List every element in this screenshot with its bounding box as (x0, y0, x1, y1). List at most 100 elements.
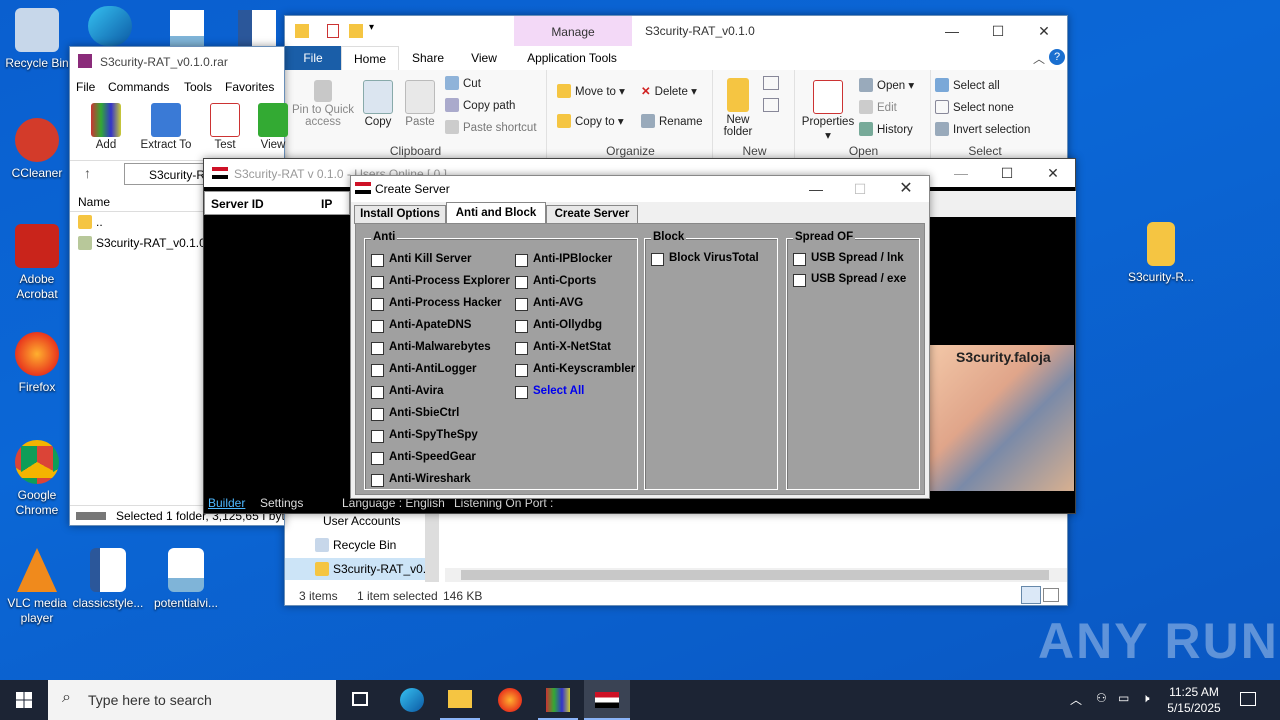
settings-link[interactable]: Settings (260, 496, 303, 510)
invert-selection-button[interactable]: Invert selection (935, 122, 1030, 136)
menu-favorites[interactable]: Favorites (225, 80, 274, 94)
horizontal-scrollbar[interactable] (445, 568, 1067, 582)
maximize-button[interactable]: ☐ (975, 16, 1021, 46)
desktop-icon-acrobat[interactable]: Adobe Acrobat (1, 224, 73, 302)
edit-button[interactable]: Edit (859, 100, 897, 114)
anti-checkbox[interactable] (515, 276, 528, 289)
column-server-id[interactable]: Server ID (211, 197, 264, 211)
anti-checkbox[interactable] (371, 364, 384, 377)
list-item[interactable]: .. (78, 215, 103, 229)
properties-button[interactable]: Properties ▾ (801, 80, 855, 142)
view-button[interactable]: View (258, 103, 288, 151)
taskbar-rat[interactable] (584, 680, 630, 720)
anti-checkbox[interactable] (371, 430, 384, 443)
search-box[interactable]: ⌕ Type here to search (48, 680, 336, 720)
nav-item-recycle-bin[interactable]: Recycle Bin (315, 538, 396, 552)
close-button[interactable]: ✕ (1021, 16, 1067, 46)
anti-checkbox[interactable] (371, 474, 384, 487)
tab-install-options[interactable]: Install Options (354, 205, 446, 224)
nav-item-user-accounts[interactable]: User Accounts (323, 514, 400, 528)
desktop-icon-firefox[interactable]: Firefox (1, 332, 73, 395)
desktop-icon-chrome[interactable]: Google Chrome (1, 440, 73, 518)
paste-shortcut-button[interactable]: Paste shortcut (445, 120, 537, 134)
nav-item-s3curity[interactable]: S3curity-RAT_v0... (285, 558, 425, 580)
anti-checkbox[interactable] (371, 320, 384, 333)
tab-home[interactable]: Home (341, 46, 399, 71)
tab-share[interactable]: Share (405, 51, 451, 65)
add-button[interactable]: Add (88, 103, 124, 151)
chevron-up-icon[interactable]: ︿ (1033, 50, 1045, 67)
open-button[interactable]: Open ▾ (859, 78, 914, 92)
anti-checkbox[interactable] (371, 342, 384, 355)
menu-tools[interactable]: Tools (184, 80, 212, 94)
anti-checkbox[interactable] (515, 298, 528, 311)
maximize-button[interactable]: ☐ (837, 174, 883, 204)
anti-checkbox[interactable] (371, 452, 384, 465)
new-folder-button[interactable]: New folder (721, 78, 755, 138)
usb-spread-lnk-checkbox[interactable] (793, 253, 806, 266)
network-icon[interactable]: ▭ (1118, 691, 1129, 705)
easy-access-icon[interactable] (763, 98, 779, 112)
chevron-up-icon[interactable]: ︿ (1070, 691, 1082, 708)
start-button[interactable] (0, 680, 48, 720)
extract-to-button[interactable]: Extract To (140, 103, 192, 151)
anti-checkbox[interactable] (515, 254, 528, 267)
minimize-button[interactable]: — (929, 16, 975, 46)
tab-file[interactable]: File (285, 46, 341, 70)
nav-scrollbar[interactable] (425, 510, 439, 582)
volume-icon[interactable]: 🕨 (1142, 691, 1150, 706)
pin-quick-access-button[interactable]: Pin to Quick access (291, 80, 355, 128)
tab-anti-and-block[interactable]: Anti and Block (446, 202, 546, 225)
anti-checkbox[interactable] (371, 276, 384, 289)
anti-checkbox[interactable] (515, 342, 528, 355)
history-button[interactable]: History (859, 122, 913, 136)
task-view-button[interactable] (342, 680, 378, 720)
taskbar-edge[interactable] (392, 680, 432, 720)
paste-button[interactable]: Paste (401, 80, 439, 128)
list-item[interactable]: S3curity-RAT_v0.1.0 (78, 236, 206, 250)
notifications-button[interactable] (1234, 680, 1264, 720)
clock[interactable]: 11:25 AM 5/15/2025 (1164, 680, 1224, 720)
anti-checkbox[interactable] (371, 254, 384, 267)
help-icon[interactable]: ? (1049, 49, 1065, 65)
chevron-down-icon[interactable]: ▾ (369, 22, 374, 33)
desktop-icon-edge[interactable] (88, 6, 132, 46)
select-all-button[interactable]: Select all (935, 78, 1000, 92)
properties-quick-icon[interactable] (327, 24, 339, 38)
rename-button[interactable]: Rename (641, 114, 702, 128)
desktop-icon-image[interactable] (170, 10, 204, 48)
select-none-button[interactable]: Select none (935, 100, 1014, 114)
minimize-button[interactable]: — (938, 158, 984, 188)
cut-button[interactable]: Cut (445, 76, 481, 90)
close-button[interactable]: ✕ (883, 174, 929, 204)
test-button[interactable]: Test (208, 103, 242, 151)
copy-path-button[interactable]: Copy path (445, 98, 515, 112)
details-view-icon[interactable] (1021, 586, 1041, 604)
new-item-icon[interactable] (763, 76, 779, 90)
copy-to-button[interactable]: Copy to ▾ (557, 114, 624, 128)
taskbar-firefox[interactable] (490, 680, 530, 720)
up-arrow-icon[interactable]: ↑ (84, 165, 91, 181)
desktop-icon-classicstyle[interactable]: classicstyle... (72, 548, 144, 611)
builder-link[interactable]: Builder (208, 496, 245, 510)
usb-spread-exe-checkbox[interactable] (793, 274, 806, 287)
anti-checkbox[interactable] (515, 364, 528, 377)
people-icon[interactable]: ⚇ (1096, 691, 1107, 705)
desktop-icon-vlc[interactable]: VLC media player (1, 548, 73, 626)
tab-application-tools[interactable]: Application Tools (517, 51, 627, 65)
anti-checkbox[interactable] (515, 320, 528, 333)
minimize-button[interactable]: — (793, 174, 839, 204)
desktop-icon-word[interactable] (238, 10, 276, 48)
column-ip[interactable]: IP (321, 197, 332, 211)
close-button[interactable]: ✕ (1030, 158, 1076, 188)
large-icons-view-icon[interactable] (1043, 588, 1059, 602)
desktop-icon-potentialvi[interactable]: potentialvi... (150, 548, 222, 611)
copy-button[interactable]: Copy (359, 80, 397, 128)
maximize-button[interactable]: ☐ (984, 158, 1030, 188)
desktop-icon-s3curity-folder[interactable]: S3curity-R... (1125, 222, 1197, 285)
menu-file[interactable]: File (76, 80, 95, 94)
anti-checkbox[interactable] (371, 298, 384, 311)
block-virustotal-checkbox[interactable] (651, 253, 664, 266)
anti-checkbox[interactable] (371, 408, 384, 421)
desktop-icon-recycle-bin[interactable]: Recycle Bin (1, 8, 73, 71)
